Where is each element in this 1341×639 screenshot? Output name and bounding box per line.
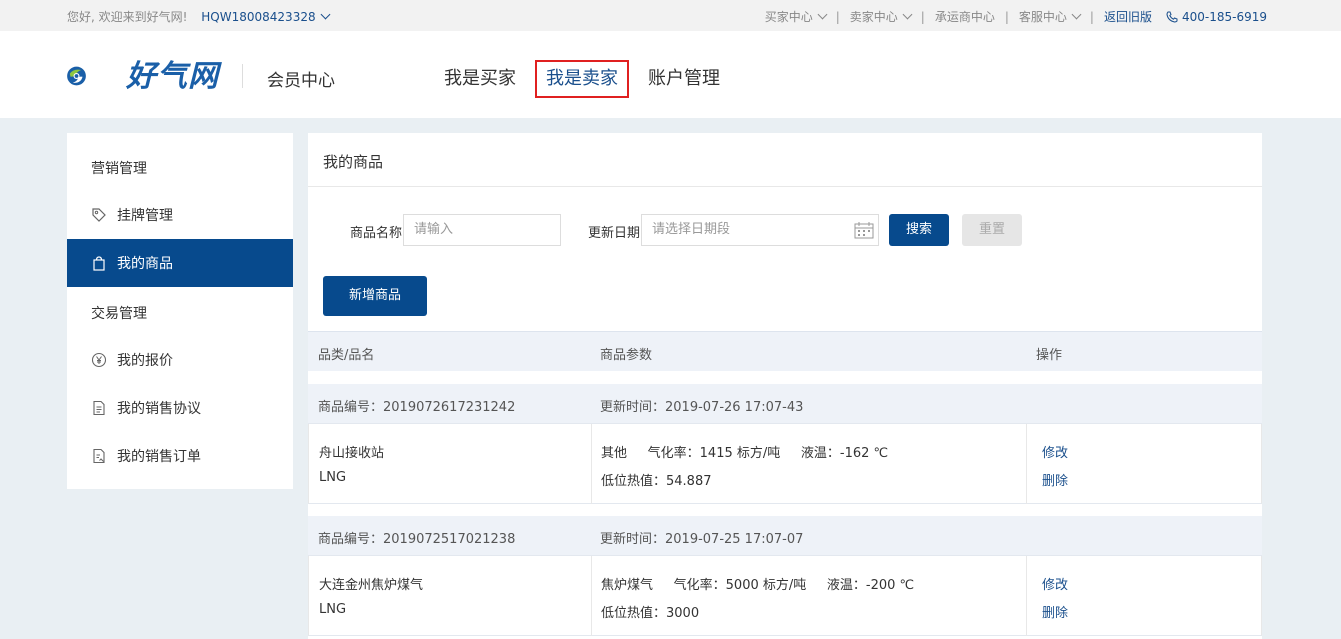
table-row-header: 商品编号：2019072617231242 更新时间：2019-07-26 17…	[308, 384, 1262, 424]
reset-button[interactable]: 重置	[962, 214, 1022, 246]
sidebar-item-listing[interactable]: 挂牌管理	[67, 191, 293, 239]
carrier-center-link[interactable]: 承运商中心	[935, 8, 995, 25]
seller-center-label: 卖家中心	[849, 10, 898, 24]
sidebar-item-label: 我的报价	[117, 353, 173, 369]
service-center-link[interactable]: 客服中心	[1018, 8, 1082, 25]
table-header: 品类/品名 商品参数 操作	[308, 331, 1262, 371]
buyer-center-label: 买家中心	[764, 10, 813, 24]
username-label: HQW18008423328	[201, 10, 316, 24]
divider: |	[920, 9, 925, 24]
update-date-label: 更新日期	[588, 226, 641, 241]
table-row: 舟山接收站 LNG 其他 气化率：1415 标方/吨 液温：-162 ℃ 低位热…	[308, 424, 1262, 504]
sidebar: 营销管理 挂牌管理 我的商品 交易管理 我的报价 我的销售协议 我的销售订单	[67, 133, 293, 489]
page-title: 我的商品	[323, 153, 384, 171]
main-panel: 我的商品 商品名称 请输入 更新日期 请选择日期段 搜索 重置 新增商品 品类/…	[308, 133, 1262, 639]
sidebar-item-label: 我的销售协议	[117, 401, 201, 417]
product-heat-value: 低位热值：3000	[601, 606, 700, 621]
edit-link[interactable]: 修改	[1042, 442, 1068, 461]
sidebar-item-label: 我的销售订单	[117, 449, 201, 465]
service-center-label: 客服中心	[1018, 10, 1067, 24]
sidebar-item-label: 我的商品	[117, 256, 173, 272]
column-header-params: 商品参数	[600, 348, 653, 363]
chevron-down-icon	[320, 9, 331, 20]
buyer-center-link[interactable]: 买家中心	[764, 8, 828, 25]
update-time: 更新时间：2019-07-26 17:07-43	[600, 400, 804, 415]
chevron-down-icon	[902, 9, 913, 20]
calendar-icon[interactable]	[854, 221, 874, 239]
nav-buyer[interactable]: 我是买家	[433, 64, 527, 94]
product-params: 焦炉煤气 气化率：5000 标方/吨 液温：-200 ℃	[601, 578, 915, 593]
date-range-input[interactable]: 请选择日期段	[641, 214, 879, 246]
delete-link[interactable]: 删除	[1042, 470, 1068, 489]
greeting-text: 您好, 欢迎来到好气网!	[67, 10, 188, 24]
chevron-down-icon	[1071, 9, 1082, 20]
divider	[591, 556, 592, 636]
order-document-icon	[91, 448, 107, 464]
update-time: 更新时间：2019-07-25 17:07-07	[600, 532, 804, 547]
sidebar-section-trade: 交易管理	[91, 306, 147, 322]
product-code: 商品编号：2019072517021238	[318, 532, 516, 547]
seller-center-link[interactable]: 卖家中心	[849, 8, 913, 25]
row-gap	[308, 504, 1262, 516]
product-code: 商品编号：2019072617231242	[318, 400, 516, 415]
divider: |	[1004, 9, 1009, 24]
product-category: LNG	[319, 470, 347, 485]
main-nav: 我是买家 我是卖家 账户管理	[433, 60, 739, 98]
divider	[1026, 556, 1027, 636]
sidebar-section-marketing: 营销管理	[91, 161, 147, 177]
chevron-down-icon	[817, 9, 828, 20]
member-center-title: 会员中心	[267, 71, 335, 91]
table-row-header: 商品编号：2019072517021238 更新时间：2019-07-25 17…	[308, 516, 1262, 556]
sidebar-item-label: 挂牌管理	[117, 208, 173, 224]
product-name-input[interactable]: 请输入	[403, 214, 561, 246]
product-params: 其他 气化率：1415 标方/吨 液温：-162 ℃	[601, 446, 889, 461]
divider	[1026, 424, 1027, 504]
divider: |	[1089, 9, 1094, 24]
nav-account[interactable]: 账户管理	[637, 64, 731, 94]
delete-link[interactable]: 删除	[1042, 602, 1068, 621]
phone-icon	[1166, 11, 1178, 23]
divider	[308, 186, 1262, 187]
table-row: 大连金州焦炉煤气 LNG 焦炉煤气 气化率：5000 标方/吨 液温：-200 …	[308, 556, 1262, 636]
column-header-actions: 操作	[1036, 348, 1063, 363]
sidebar-item-sales-agreements[interactable]: 我的销售协议	[67, 384, 293, 432]
column-header-category: 品类/品名	[318, 348, 375, 363]
old-version-link[interactable]: 返回旧版	[1104, 8, 1152, 25]
product-name: 舟山接收站	[319, 446, 385, 461]
yen-coin-icon	[91, 352, 107, 368]
nav-seller[interactable]: 我是卖家	[535, 60, 629, 98]
phone-contact: 400-185-6919	[1166, 10, 1267, 24]
sidebar-item-my-products[interactable]: 我的商品	[67, 239, 293, 287]
sidebar-item-sales-orders[interactable]: 我的销售订单	[67, 432, 293, 480]
phone-number: 400-185-6919	[1181, 9, 1267, 24]
edit-link[interactable]: 修改	[1042, 574, 1068, 593]
divider: |	[835, 9, 840, 24]
row-gap	[308, 371, 1262, 383]
bag-icon	[91, 255, 107, 271]
logo-icon[interactable]	[66, 48, 126, 104]
product-heat-value: 低位热值：54.887	[601, 474, 712, 489]
search-button[interactable]: 搜索	[889, 214, 949, 246]
product-name-label: 商品名称	[350, 226, 403, 241]
logo-text: 好气网	[126, 59, 219, 94]
add-product-button[interactable]: 新增商品	[323, 276, 427, 316]
date-range-placeholder: 请选择日期段	[652, 222, 731, 237]
tag-icon	[91, 207, 107, 223]
document-icon	[91, 400, 107, 416]
divider	[242, 64, 243, 88]
product-name: 大连金州焦炉煤气	[319, 578, 424, 593]
product-category: LNG	[319, 602, 347, 617]
top-bar: 您好, 欢迎来到好气网! HQW18008423328 买家中心 | 卖家中心 …	[0, 0, 1341, 31]
header: 好气网 会员中心 我是买家 我是卖家 账户管理	[0, 31, 1341, 118]
divider	[591, 424, 592, 504]
sidebar-item-my-quotes[interactable]: 我的报价	[67, 336, 293, 384]
username-dropdown[interactable]: HQW18008423328	[201, 9, 331, 24]
